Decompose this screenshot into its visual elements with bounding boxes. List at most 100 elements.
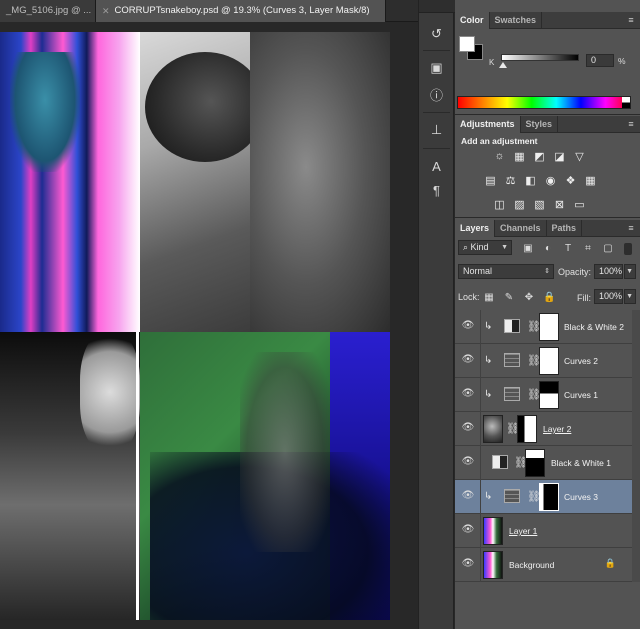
filter-type-icon[interactable]: T — [561, 243, 575, 255]
filter-smart-object-icon[interactable]: ▢ — [601, 243, 615, 255]
layer-row-selected[interactable]: 👁 ↳ ⛓ Curves 3 — [455, 480, 640, 514]
channel-mixer-icon[interactable]: ❖ — [562, 173, 579, 187]
color-balance-icon[interactable]: ⚖ — [502, 173, 519, 187]
document-tab-mg5106[interactable]: _MG_5106.jpg @ ... — [0, 0, 96, 22]
posterize-icon[interactable]: ▨ — [511, 197, 528, 211]
foreground-color-swatch[interactable] — [459, 36, 475, 52]
filter-kind-select[interactable]: ⌕ Kind ▼ — [458, 240, 512, 255]
opacity-input[interactable]: 100% — [594, 264, 623, 279]
info-icon[interactable]: ⓘ — [424, 84, 449, 104]
tab-adjustments[interactable]: Adjustments — [455, 116, 521, 133]
eye-icon[interactable]: 👁 — [461, 558, 475, 570]
exposure-icon[interactable]: ◪ — [551, 149, 568, 163]
levels-icon[interactable]: ▦ — [511, 149, 528, 163]
clone-source-icon[interactable]: ⊥ — [424, 120, 449, 140]
blend-mode-select[interactable]: Normal ⇕ — [458, 264, 554, 279]
layer-name[interactable]: Background — [509, 560, 554, 570]
layer-name[interactable]: Layer 1 — [509, 526, 537, 536]
tab-color[interactable]: Color — [455, 12, 490, 29]
curves-icon[interactable]: ◩ — [531, 149, 548, 163]
layer-pixel-thumbnail[interactable] — [483, 551, 503, 579]
tab-channels[interactable]: Channels — [495, 220, 547, 237]
lock-all-icon[interactable]: 🔒 — [543, 292, 555, 304]
panel-menu-icon[interactable]: ≡ — [626, 15, 636, 25]
layer-list-scrollbar[interactable] — [632, 310, 640, 582]
filter-pixel-icon[interactable]: ▣ — [521, 243, 535, 255]
filter-shape-icon[interactable]: ⌗ — [581, 243, 595, 255]
k-value-input[interactable]: 0 — [586, 54, 614, 67]
layer-mask-thumbnail[interactable] — [525, 449, 545, 477]
layer-row[interactable]: 👁 ⛓ Layer 2 — [455, 412, 640, 446]
filter-toggle[interactable] — [624, 243, 632, 255]
photo-filter-icon[interactable]: ◉ — [542, 173, 559, 187]
lock-pixels-icon[interactable]: ✎ — [503, 292, 515, 304]
eye-icon[interactable]: 👁 — [461, 524, 475, 536]
k-channel-slider[interactable] — [501, 54, 579, 61]
selective-color-icon[interactable]: ▭ — [571, 197, 588, 211]
canvas-area[interactable] — [0, 23, 418, 629]
brightness-contrast-icon[interactable]: ☼ — [491, 149, 508, 163]
tab-paths[interactable]: Paths — [547, 220, 583, 237]
hue-saturation-icon[interactable]: ▤ — [482, 173, 499, 187]
layer-mask-thumbnail[interactable] — [539, 381, 559, 409]
tab-styles[interactable]: Styles — [521, 116, 559, 133]
strip-grip[interactable] — [419, 0, 455, 13]
layer-row[interactable]: 👁 ↳ ⛓ Curves 1 — [455, 378, 640, 412]
eye-icon[interactable]: 👁 — [461, 456, 475, 468]
color-spectrum-ramp[interactable] — [457, 96, 631, 109]
opacity-dropdown[interactable]: ▼ — [624, 264, 636, 279]
eye-icon[interactable]: 👁 — [461, 388, 475, 400]
bw-adjustment-thumbnail[interactable] — [492, 455, 508, 469]
layer-name[interactable]: Black & White 1 — [551, 458, 611, 468]
eye-icon[interactable]: 👁 — [461, 422, 475, 434]
color-lookup-icon[interactable]: ▦ — [582, 173, 599, 187]
layer-row[interactable]: 👁 Background 🔒 — [455, 548, 640, 582]
character-icon[interactable]: A — [424, 156, 449, 176]
layer-mask-thumbnail[interactable] — [539, 313, 559, 341]
layer-row[interactable]: 👁 ⛓ Black & White 1 — [455, 446, 640, 480]
curves-adjustment-thumbnail[interactable] — [504, 489, 520, 503]
layer-name[interactable]: Black & White 2 — [564, 322, 624, 332]
eye-icon[interactable]: 👁 — [461, 354, 475, 366]
close-icon[interactable]: ✕ — [102, 0, 110, 22]
curves-adjustment-thumbnail[interactable] — [504, 353, 520, 367]
panel-menu-icon[interactable]: ≡ — [626, 119, 636, 129]
artwork-image[interactable] — [0, 32, 390, 620]
fill-dropdown[interactable]: ▼ — [624, 289, 636, 304]
layer-name[interactable]: Curves 3 — [564, 492, 598, 502]
bw-adjustment-thumbnail[interactable] — [504, 319, 520, 333]
layer-row[interactable]: 👁 ↳ ⛓ Black & White 2 — [455, 310, 640, 344]
k-slider-thumb[interactable] — [499, 62, 507, 68]
layer-row[interactable]: 👁 ↳ ⛓ Curves 2 — [455, 344, 640, 378]
layer-name[interactable]: Curves 2 — [564, 356, 598, 366]
panel-menu-icon[interactable]: ≡ — [626, 223, 636, 233]
layer-pixel-thumbnail[interactable] — [483, 517, 503, 545]
paragraph-icon[interactable]: ¶ — [424, 180, 449, 200]
threshold-icon[interactable]: ▧ — [531, 197, 548, 211]
vibrance-icon[interactable]: ▽ — [571, 149, 588, 163]
statue-torso — [250, 32, 390, 332]
layer-pixel-thumbnail[interactable] — [483, 415, 503, 443]
layer-row[interactable]: 👁 Layer 1 — [455, 514, 640, 548]
document-tab-corruptsnakeboy[interactable]: ✕ CORRUPTsnakeboy.psd @ 19.3% (Curves 3,… — [96, 0, 386, 22]
layer-name[interactable]: Curves 1 — [564, 390, 598, 400]
layer-mask-thumbnail[interactable] — [539, 483, 559, 511]
layer-mask-thumbnail[interactable] — [517, 415, 537, 443]
layer-mask-thumbnail[interactable] — [539, 347, 559, 375]
history-icon[interactable]: ↺ — [424, 24, 449, 44]
lock-position-icon[interactable]: ✥ — [523, 292, 535, 304]
bw-ramp-end[interactable] — [622, 97, 630, 108]
layer-name[interactable]: Layer 2 — [543, 424, 571, 434]
lock-transparent-icon[interactable]: ▦ — [483, 292, 495, 304]
gradient-map-icon[interactable]: ⊠ — [551, 197, 568, 211]
tab-layers[interactable]: Layers — [455, 220, 496, 237]
eye-icon[interactable]: 👁 — [461, 490, 475, 502]
eye-icon[interactable]: 👁 — [461, 320, 475, 332]
filter-adjustment-icon[interactable]: ◐ — [541, 243, 555, 255]
fill-input[interactable]: 100% — [594, 289, 623, 304]
curves-adjustment-thumbnail[interactable] — [504, 387, 520, 401]
tab-swatches[interactable]: Swatches — [490, 12, 543, 29]
actions-icon[interactable]: ▣ — [424, 58, 449, 78]
black-white-icon[interactable]: ◧ — [522, 173, 539, 187]
invert-icon[interactable]: ◫ — [491, 197, 508, 211]
